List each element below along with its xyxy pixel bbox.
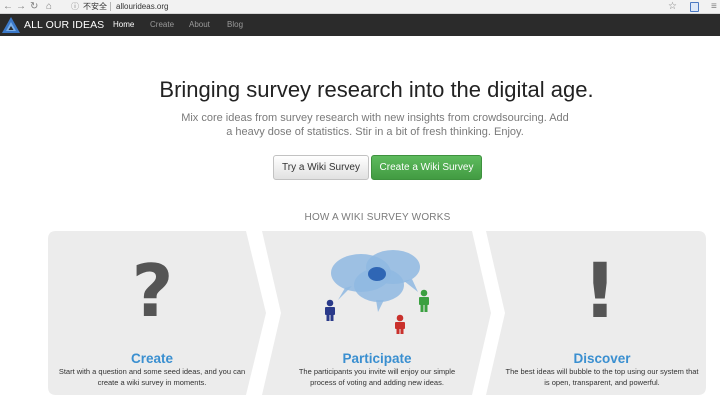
question-mark-icon: ? [131,249,174,333]
step-title-discover[interactable]: Discover [542,351,662,367]
exclamation-icon: ! [582,246,618,335]
steps-graphic [48,231,706,395]
step-desc-discover: The best ideas will bubble to the top us… [505,367,699,387]
step-desc-participate: The participants you invite will enjoy o… [298,367,456,387]
idea-overlap [368,267,386,281]
step-title-create[interactable]: Create [92,351,212,367]
step-title-participate[interactable]: Participate [317,351,437,367]
step-desc-create: Start with a question and some seed idea… [58,367,246,387]
